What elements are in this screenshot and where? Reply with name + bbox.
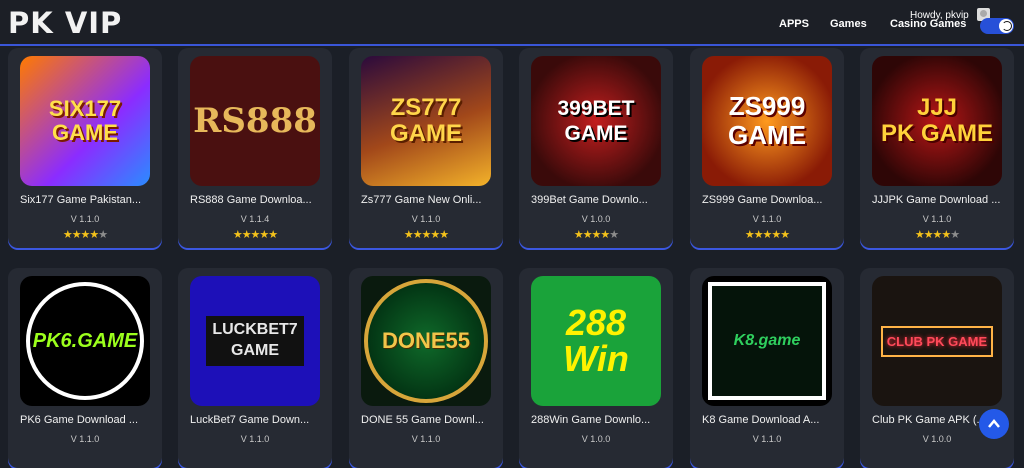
app-card[interactable]: ZS777 GAME Zs777 Game New Onli... V 1.1.… — [349, 48, 503, 248]
app-version: V 1.1.0 — [240, 434, 270, 444]
nav-apps[interactable]: APPS — [779, 18, 809, 30]
app-version: V 1.1.0 — [752, 434, 782, 444]
app-card[interactable]: 288 Win 288Win Game Downlo... V 1.0.0 — [519, 268, 673, 468]
theme-toggle[interactable] — [980, 18, 1014, 34]
app-thumbnail[interactable]: 288 Win — [531, 276, 661, 406]
logo-ring: PK6.GAME — [26, 282, 144, 400]
app-card[interactable]: PK6.GAME PK6 Game Download ... V 1.1.0 — [8, 268, 162, 468]
rating-stars: ★★★★★ — [232, 229, 278, 241]
app-title[interactable]: Zs777 Game New Onli... — [361, 194, 493, 206]
app-title[interactable]: 288Win Game Downlo... — [531, 414, 663, 426]
app-version: V 1.1.0 — [411, 434, 441, 444]
app-card[interactable]: LUCKBET7 GAME LuckBet7 Game Down... V 1.… — [178, 268, 332, 468]
rating-stars: ★★★★★ — [914, 229, 960, 241]
logo-frame: K8.game — [708, 282, 826, 400]
app-title[interactable]: 399Bet Game Downlo... — [531, 194, 663, 206]
app-thumbnail[interactable]: 399BET GAME — [531, 56, 661, 186]
app-thumbnail[interactable]: DONE55 — [361, 276, 491, 406]
logo-ring: DONE55 — [364, 279, 488, 403]
app-version: V 1.1.0 — [70, 434, 100, 444]
app-title[interactable]: Six177 Game Pakistan... — [20, 194, 152, 206]
rating-stars: ★★★★★ — [573, 229, 619, 241]
moon-icon — [999, 19, 1013, 33]
chevron-up-icon[interactable] — [979, 409, 1009, 439]
app-thumbnail[interactable]: ZS777 GAME — [361, 56, 491, 186]
app-title[interactable]: DONE 55 Game Downl... — [361, 414, 493, 426]
app-title[interactable]: PK6 Game Download ... — [20, 414, 152, 426]
site-logo[interactable]: PK VIP — [8, 6, 122, 40]
app-card[interactable]: K8.game K8 Game Download A... V 1.1.0 — [690, 268, 844, 468]
app-version: V 1.1.0 — [922, 214, 952, 224]
app-version: V 1.1.0 — [411, 214, 441, 224]
app-title[interactable]: K8 Game Download A... — [702, 414, 834, 426]
top-navbar: PK VIP APPS Games Casino Games Howdy, pk… — [0, 0, 1024, 46]
rating-stars: ★★★★★ — [744, 229, 790, 241]
app-thumbnail[interactable]: CLUB PK GAME — [872, 276, 1002, 406]
app-card[interactable]: ZS999 GAME ZS999 Game Downloa... V 1.1.0… — [690, 48, 844, 248]
nav-games[interactable]: Games — [830, 18, 867, 30]
app-thumbnail[interactable]: LUCKBET7 GAME — [190, 276, 320, 406]
scroll-top-glyph — [988, 419, 1000, 428]
app-version: V 1.0.0 — [581, 434, 611, 444]
app-card[interactable]: 399BET GAME 399Bet Game Downlo... V 1.0.… — [519, 48, 673, 248]
app-thumbnail[interactable]: K8.game — [702, 276, 832, 406]
app-version: V 1.1.0 — [70, 214, 100, 224]
app-thumbnail[interactable]: SIX177 GAME — [20, 56, 150, 186]
app-thumbnail[interactable]: RS888 — [190, 56, 320, 186]
app-title[interactable]: RS888 Game Downloa... — [190, 194, 322, 206]
app-version: V 1.1.0 — [752, 214, 782, 224]
app-card[interactable]: JJJ PK GAME JJJPK Game Download ... V 1.… — [860, 48, 1014, 248]
app-title[interactable]: LuckBet7 Game Down... — [190, 414, 322, 426]
app-card[interactable]: RS888 RS888 Game Downloa... V 1.1.4 ★★★★… — [178, 48, 332, 248]
app-thumbnail[interactable]: PK6.GAME — [20, 276, 150, 406]
app-card[interactable]: DONE55 DONE 55 Game Downl... V 1.1.0 — [349, 268, 503, 468]
app-title[interactable]: ZS999 Game Downloa... — [702, 194, 834, 206]
rating-stars: ★★★★★ — [62, 229, 108, 241]
app-version: V 1.0.0 — [581, 214, 611, 224]
app-thumbnail[interactable]: JJJ PK GAME — [872, 56, 1002, 186]
app-card[interactable]: SIX177 GAME Six177 Game Pakistan... V 1.… — [8, 48, 162, 248]
app-thumbnail[interactable]: ZS999 GAME — [702, 56, 832, 186]
app-title[interactable]: JJJPK Game Download ... — [872, 194, 1004, 206]
rating-stars: ★★★★★ — [403, 229, 449, 241]
user-greeting[interactable]: Howdy, pkvip — [910, 10, 969, 21]
app-version: V 1.1.4 — [240, 214, 270, 224]
